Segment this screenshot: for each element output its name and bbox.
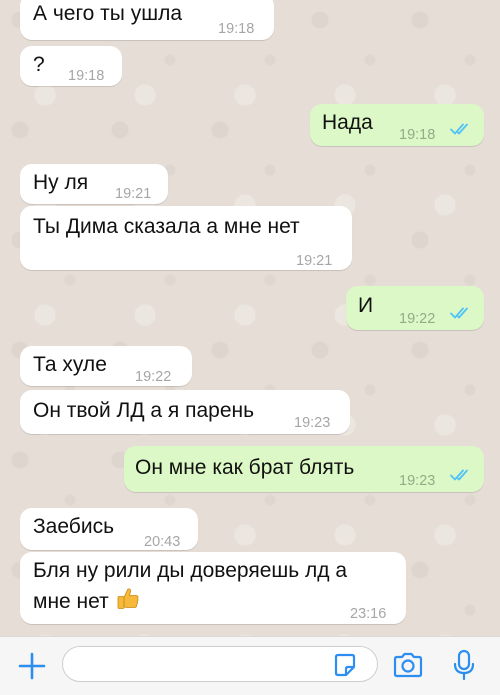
camera-icon[interactable] — [392, 651, 424, 679]
message-time: 19:21 — [296, 253, 333, 269]
message-time: 19:18 — [218, 21, 255, 37]
message-time: 19:21 — [115, 186, 152, 202]
message-bubble-incoming[interactable]: Заебись 20:43 — [20, 508, 198, 550]
message-bubble-outgoing[interactable]: Он мне как брат блять 19:23 — [124, 446, 484, 492]
message-time: 19:22 — [399, 311, 436, 327]
message-text: Ты Дима сказала а мне нет — [33, 215, 300, 238]
message-text: Та хуле — [33, 353, 107, 376]
message-time: 19:18 — [68, 68, 105, 84]
message-text: Он твой ЛД а я парень — [33, 399, 255, 422]
message-bubble-incoming[interactable]: Та хуле 19:22 — [20, 346, 192, 386]
message-bubble-incoming[interactable]: Ну ля 19:21 — [20, 164, 168, 204]
plus-icon[interactable] — [17, 651, 47, 681]
composer-bar — [0, 636, 500, 695]
message-time: 23:16 — [350, 606, 387, 622]
message-bubble-outgoing[interactable]: И 19:22 — [346, 286, 484, 330]
message-bubble-incoming[interactable]: Ты Дима сказала а мне нет 19:21 — [20, 206, 352, 270]
message-text: И — [358, 294, 374, 317]
message-bubble-incoming[interactable]: А чего ты ушла 19:18 — [20, 0, 274, 40]
message-time: 19:23 — [399, 473, 436, 489]
chat-area[interactable]: А чего ты ушла 19:18 ? 19:18 Нада 19:18 … — [0, 0, 500, 636]
message-text: Заебись — [33, 515, 115, 538]
message-bubble-incoming[interactable]: Бля ну рили ды доверяешь лд а мне нет 23… — [20, 552, 406, 624]
sticker-icon[interactable] — [332, 652, 358, 678]
message-text-line2: мне нет — [33, 586, 141, 616]
message-text: Нада — [322, 111, 373, 134]
double-check-icon — [450, 307, 468, 319]
message-bubble-incoming[interactable]: Он твой ЛД а я парень 19:23 — [20, 390, 350, 434]
message-text: Он мне как брат блять — [135, 456, 355, 479]
message-text: мне нет — [33, 590, 109, 613]
double-check-icon — [450, 469, 468, 481]
message-text: ? — [33, 53, 45, 76]
message-time: 19:23 — [294, 415, 331, 431]
message-input[interactable] — [62, 646, 378, 682]
message-text-line1: Бля ну рили ды доверяешь лд а — [33, 559, 348, 582]
message-bubble-outgoing[interactable]: Нада 19:18 — [310, 104, 484, 146]
microphone-icon[interactable] — [452, 649, 476, 681]
message-time: 19:18 — [399, 127, 436, 143]
double-check-icon — [450, 123, 468, 135]
thumbs-up-icon — [117, 588, 139, 609]
message-text: А чего ты ушла — [33, 2, 182, 25]
message-text: Ну ля — [33, 171, 89, 194]
message-time: 19:22 — [135, 369, 172, 385]
message-bubble-incoming[interactable]: ? 19:18 — [20, 46, 122, 86]
